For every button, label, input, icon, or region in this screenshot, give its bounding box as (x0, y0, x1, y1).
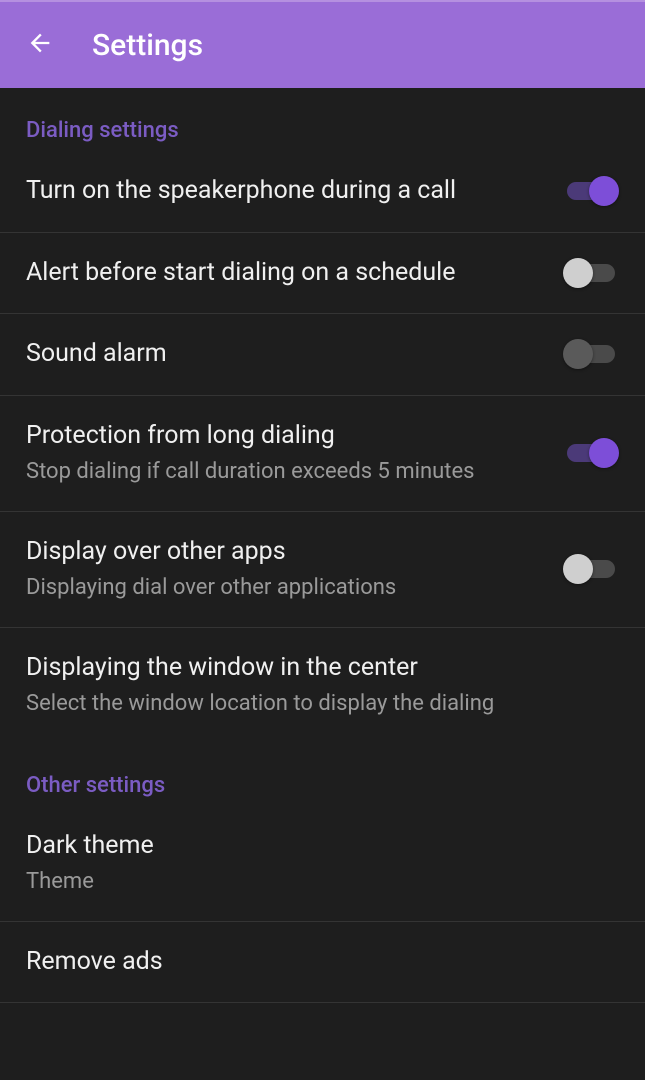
setting-speakerphone[interactable]: Turn on the speakerphone during a call (0, 151, 645, 233)
setting-title: Dark theme (26, 830, 603, 863)
setting-title: Remove ads (26, 946, 603, 979)
setting-protection-long-dialing[interactable]: Protection from long dialing Stop dialin… (0, 396, 645, 512)
setting-title: Protection from long dialing (26, 420, 547, 453)
setting-subtitle: Theme (26, 868, 603, 897)
page-title: Settings (92, 28, 203, 63)
toggle-thumb (589, 438, 619, 468)
toggle-sound-alarm[interactable] (563, 339, 619, 369)
section-header-other: Other settings (0, 743, 645, 806)
setting-text: Dark theme Theme (26, 830, 619, 897)
setting-display-over-apps[interactable]: Display over other apps Displaying dial … (0, 512, 645, 628)
setting-dark-theme[interactable]: Dark theme Theme (0, 806, 645, 922)
setting-text: Turn on the speakerphone during a call (26, 175, 563, 208)
setting-text: Display over other apps Displaying dial … (26, 536, 563, 603)
toggle-protection[interactable] (563, 438, 619, 468)
app-header: Settings (0, 0, 645, 88)
setting-remove-ads[interactable]: Remove ads (0, 922, 645, 1004)
setting-subtitle: Displaying dial over other applications (26, 574, 547, 603)
setting-title: Alert before start dialing on a schedule (26, 257, 547, 290)
toggle-thumb (563, 554, 593, 584)
arrow-back-icon (26, 29, 54, 61)
setting-text: Alert before start dialing on a schedule (26, 257, 563, 290)
section-header-dialing: Dialing settings (0, 88, 645, 151)
setting-title: Display over other apps (26, 536, 547, 569)
toggle-alert-schedule[interactable] (563, 258, 619, 288)
setting-sound-alarm[interactable]: Sound alarm (0, 314, 645, 396)
setting-text: Displaying the window in the center Sele… (26, 652, 619, 719)
setting-text: Remove ads (26, 946, 619, 979)
toggle-thumb (563, 258, 593, 288)
toggle-thumb (563, 339, 593, 369)
setting-text: Sound alarm (26, 338, 563, 371)
setting-text: Protection from long dialing Stop dialin… (26, 420, 563, 487)
setting-subtitle: Stop dialing if call duration exceeds 5 … (26, 458, 547, 487)
back-button[interactable] (20, 25, 60, 65)
setting-title: Turn on the speakerphone during a call (26, 175, 547, 208)
setting-title: Displaying the window in the center (26, 652, 603, 685)
setting-window-center[interactable]: Displaying the window in the center Sele… (0, 628, 645, 743)
setting-title: Sound alarm (26, 338, 547, 371)
setting-alert-schedule[interactable]: Alert before start dialing on a schedule (0, 233, 645, 315)
toggle-thumb (589, 176, 619, 206)
setting-subtitle: Select the window location to display th… (26, 690, 603, 719)
toggle-speakerphone[interactable] (563, 176, 619, 206)
toggle-display-over[interactable] (563, 554, 619, 584)
